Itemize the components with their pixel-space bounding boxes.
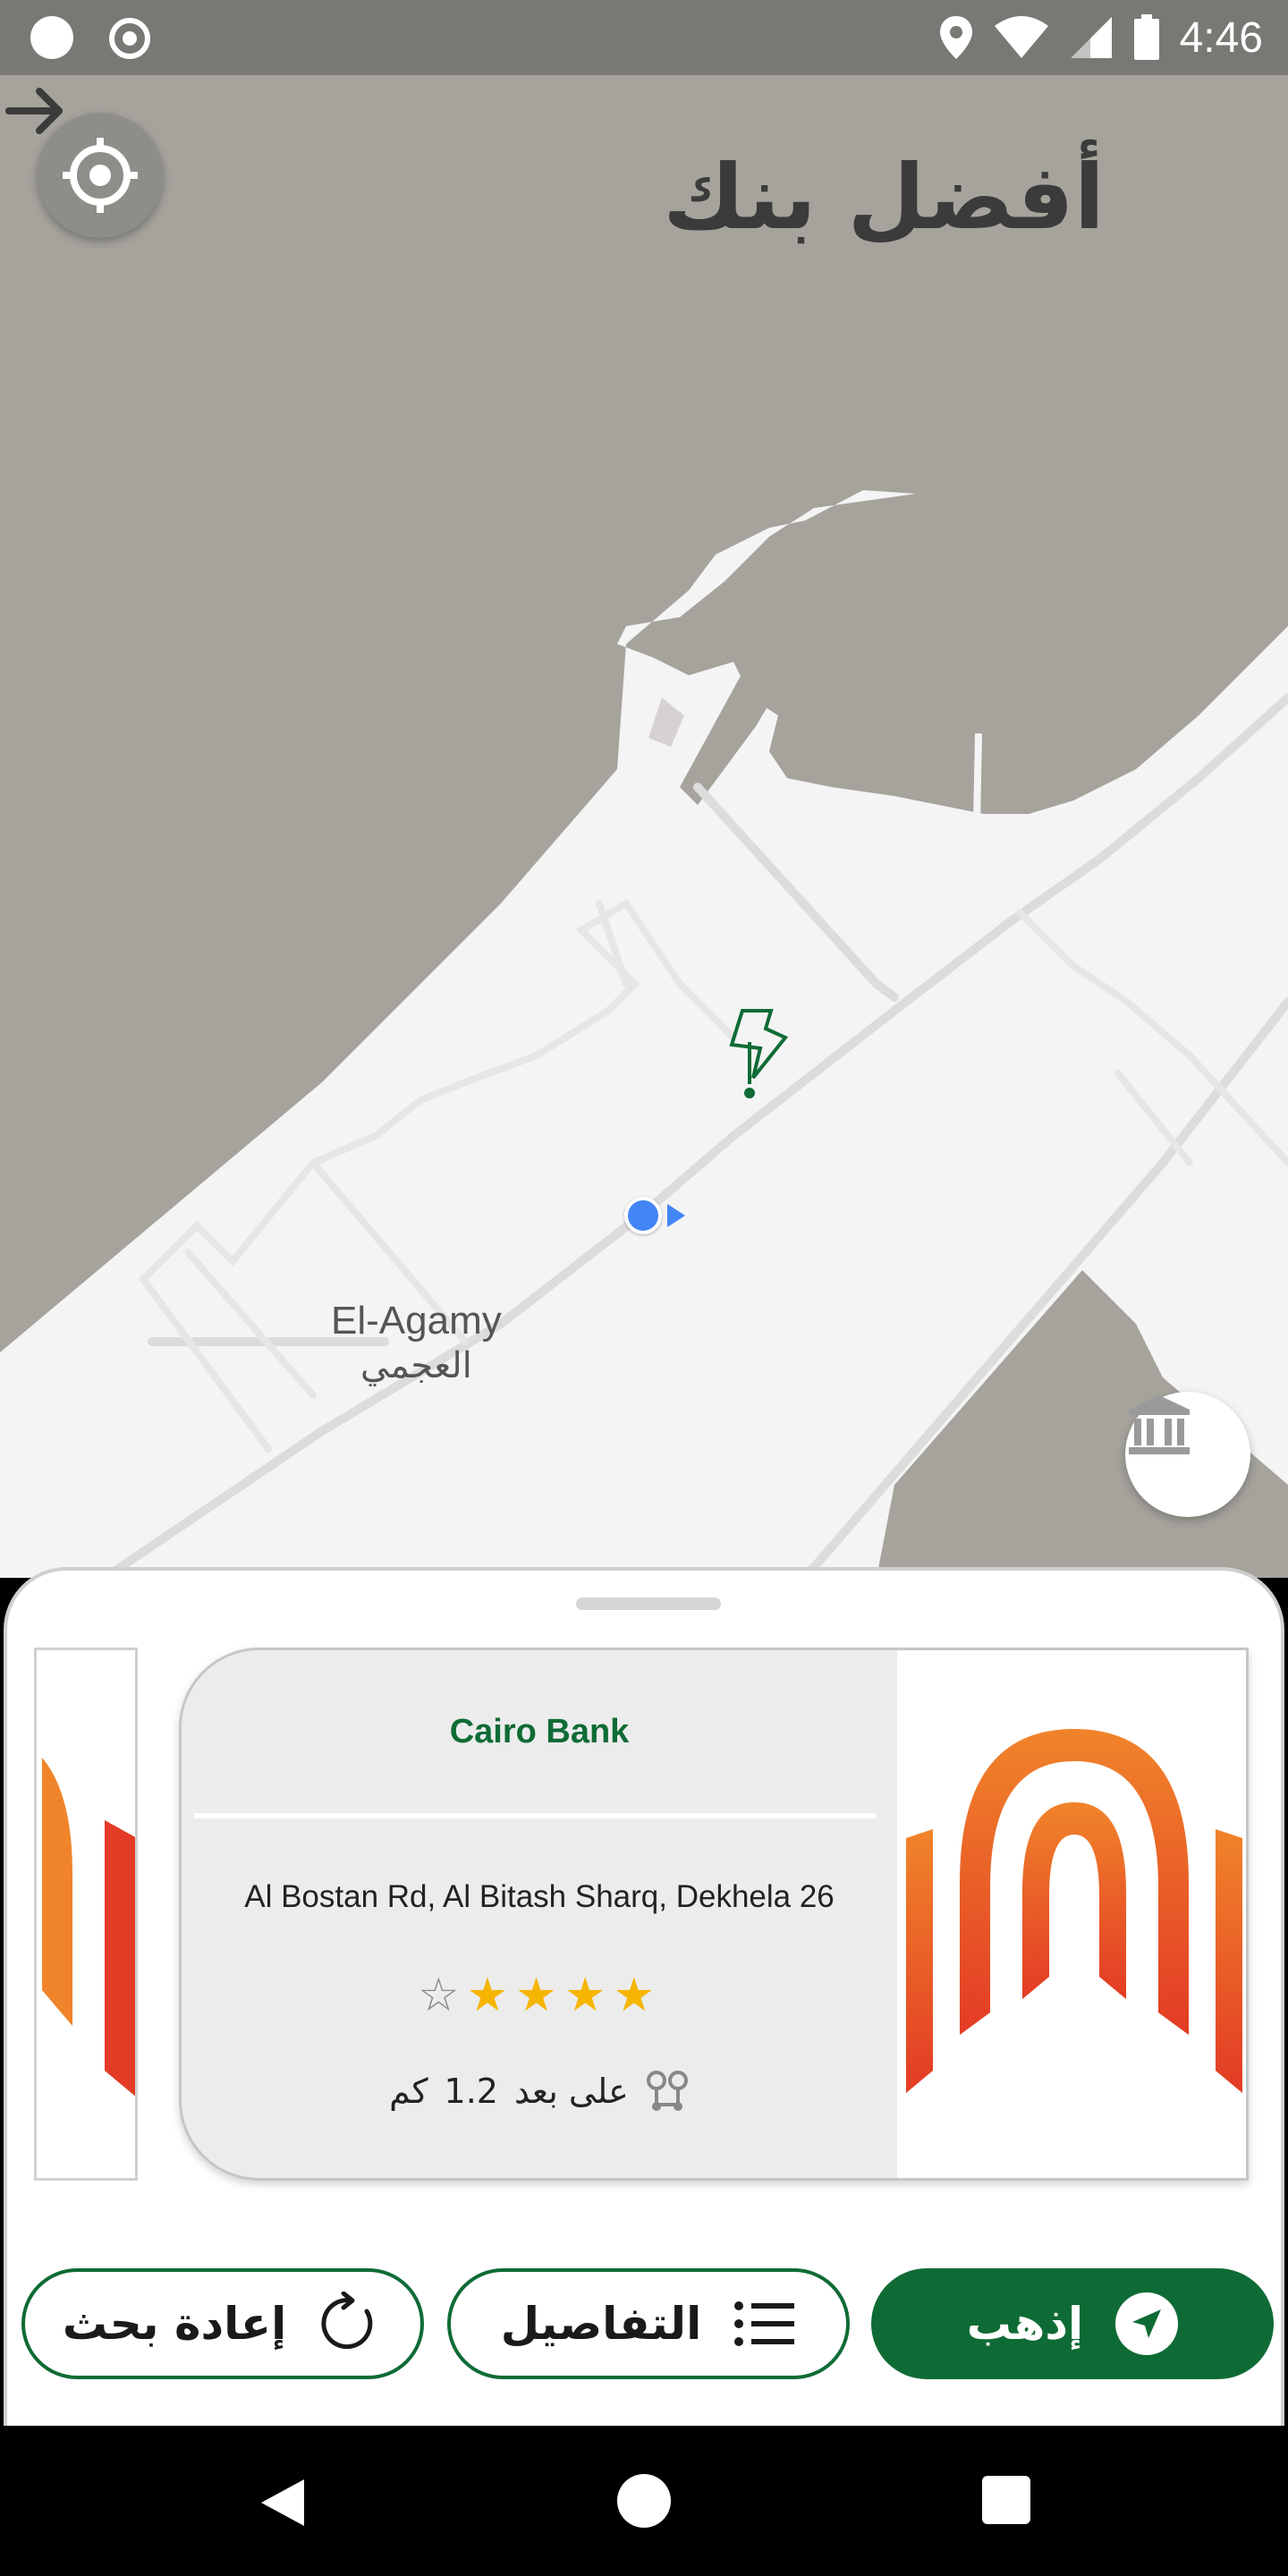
distance-unit: كم	[389, 2072, 428, 2111]
battery-icon	[1133, 14, 1159, 60]
star-filled-icon: ★	[564, 1969, 606, 2022]
map-canvas	[0, 490, 1288, 1578]
bank-bottom-sheet[interactable]: Cairo Bank Al Bostan Rd, Al Bitash Sharq…	[4, 1567, 1284, 2426]
map[interactable]: أفضل بنك El-Agamy العجمي	[0, 75, 1288, 1578]
bank-rating: ☆ ★ ★ ★ ★	[418, 1969, 655, 2022]
research-label: إعادة بحث	[62, 2298, 287, 2350]
arrow-right-icon[interactable]	[0, 75, 72, 147]
location-pin-icon	[939, 16, 972, 59]
place-label-ar: العجمي	[360, 1346, 472, 1385]
star-filled-icon: ★	[515, 1969, 557, 2022]
nav-home-icon[interactable]	[617, 2474, 671, 2528]
place-label-en: El-Agamy	[331, 1299, 502, 1343]
system-nav-bar	[0, 2426, 1288, 2576]
status-icons: 4:46	[938, 9, 1263, 66]
distance-value: 1.2	[444, 2072, 498, 2111]
notification-dot-icon	[30, 16, 73, 59]
star-filled-icon: ★	[466, 1969, 509, 2022]
previous-bank-card[interactable]	[34, 1648, 138, 2181]
route-pins-icon	[646, 2071, 688, 2111]
bank-name: Cairo Bank	[449, 1713, 630, 1750]
refresh-icon	[321, 2292, 373, 2350]
map-place-label: El-Agamy العجمي	[331, 1299, 502, 1386]
bank-address: Al Bostan Rd, Al Bitash Sharq, Dekhela 2…	[244, 1879, 835, 1914]
bank-card-info: Cairo Bank Al Bostan Rd, Al Bitash Sharq…	[182, 1650, 897, 2178]
star-empty-icon: ☆	[418, 1969, 460, 2022]
bank-logo	[897, 1650, 1246, 2178]
bank-distance: على بعد 1.2 كم	[182, 2069, 897, 2114]
go-label: إذهب	[966, 2298, 1084, 2350]
cairo-bank-logo	[906, 1729, 1242, 2093]
details-label: التفاصيل	[500, 2298, 702, 2350]
nav-back-icon[interactable]	[258, 2476, 308, 2529]
clock: 4:46	[1179, 13, 1263, 62]
details-button[interactable]: التفاصيل	[447, 2268, 850, 2379]
status-bar: 4:46	[0, 0, 1288, 75]
bank-logo-partial	[42, 1758, 135, 2097]
star-filled-icon: ★	[613, 1969, 656, 2022]
bank-icon	[1129, 1395, 1190, 1454]
record-icon	[109, 18, 150, 59]
navigate-icon	[1115, 2292, 1179, 2355]
user-location-marker	[624, 1197, 662, 1234]
sheet-drag-handle[interactable]	[576, 1597, 721, 1610]
nav-recents-icon[interactable]	[982, 2476, 1030, 2524]
go-button[interactable]: إذهب	[871, 2268, 1274, 2379]
page-title: أفضل بنك	[663, 145, 1105, 250]
list-icon	[734, 2301, 795, 2346]
card-divider	[194, 1813, 876, 1818]
bank-card[interactable]: Cairo Bank Al Bostan Rd, Al Bitash Sharq…	[179, 1648, 1249, 2181]
banks-filter-button[interactable]	[1125, 1392, 1250, 1517]
signal-icon	[1070, 17, 1112, 58]
user-heading-icon	[667, 1204, 685, 1227]
distance-prefix: على بعد	[513, 2072, 629, 2111]
research-button[interactable]: إعادة بحث	[21, 2268, 424, 2379]
wifi-icon	[994, 16, 1048, 58]
